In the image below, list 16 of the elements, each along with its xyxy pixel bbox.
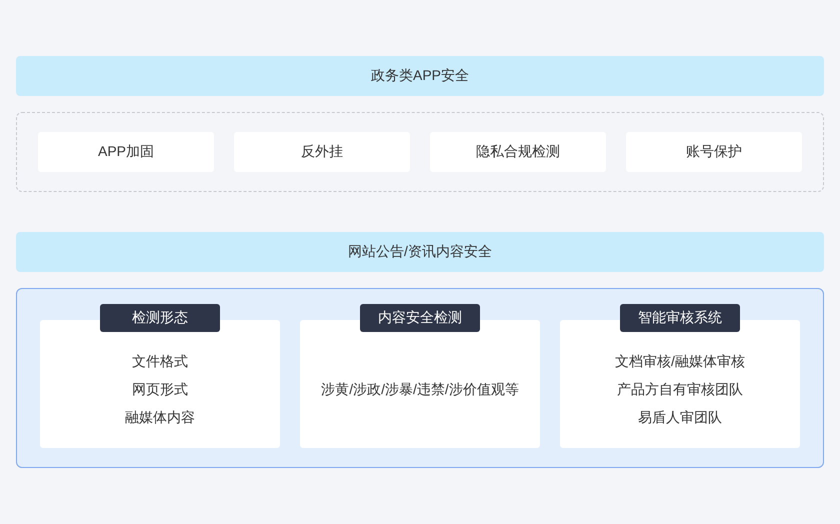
feature-card: APP加固 [38,132,214,172]
card-text: 融媒体内容 [125,408,195,426]
card-text: 文件格式 [132,352,188,370]
feature-card: 反外挂 [234,132,410,172]
card-text: 文档审核/融媒体审核 [615,352,745,370]
card-text: 网页形式 [132,380,188,398]
card-text: 涉黄/涉政/涉暴/违禁/涉价值观等 [321,380,519,398]
card-text: 易盾人审团队 [638,408,722,426]
card-text: 产品方自有审核团队 [617,380,743,398]
feature-card: 隐私合规检测 [430,132,606,172]
card-tag: 智能审核系统 [620,304,740,332]
feature-card: 账号保护 [626,132,802,172]
section-title: 政务类APP安全 [16,56,824,96]
card-tag: 检测形态 [100,304,220,332]
card-tag: 内容安全检测 [360,304,480,332]
section-title: 网站公告/资讯内容安全 [16,232,824,272]
